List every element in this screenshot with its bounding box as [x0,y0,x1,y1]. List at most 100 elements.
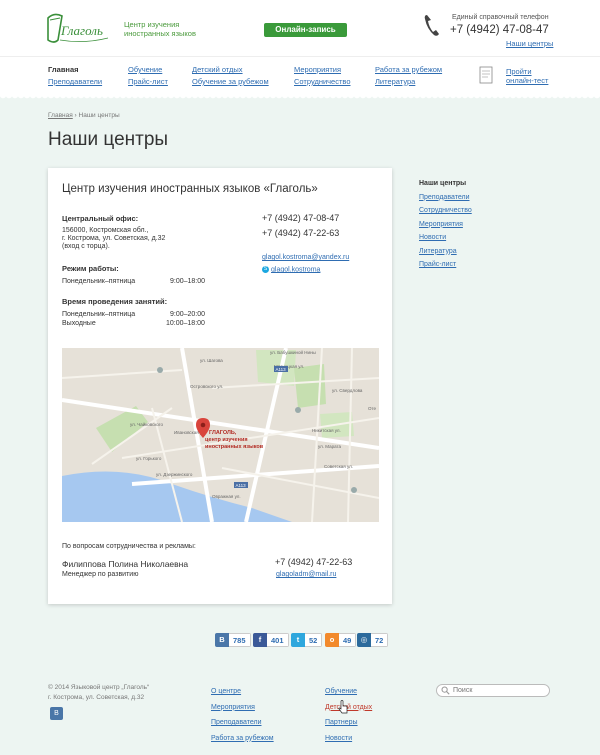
nav-col-2: Обучение Прайс-лист [128,64,168,88]
map-poi-icon [157,367,163,373]
online-test-link-line1: Пройти [506,67,532,76]
social-instagram-button[interactable]: ◎ 72 [357,633,389,647]
map-side-label: Оте [368,406,377,411]
logo-text: Глаголь [60,23,103,38]
page-title: Наши центры [48,129,169,150]
nav-col-1: Главная Преподаватели [48,64,102,88]
street-label: Никитская ул. [312,428,341,433]
footer-vk-icon[interactable]: В [50,707,63,720]
online-signup-button[interactable]: Онлайн-запись [264,23,347,37]
social-count: 785 [229,633,251,647]
contact-role: Менеджер по развитию [62,571,139,578]
odnoklassniki-icon: о [325,633,339,647]
street-label: Островского ул. [190,384,223,389]
contact-phone: +7 (4942) 47-22-63 [275,557,353,567]
street-label: Советская ул. [324,464,353,469]
nav-item-work-abroad[interactable]: Работа за рубежом [375,65,442,74]
street-label: ул. Бабушкиной Нины [270,349,316,355]
social-facebook-button[interactable]: f 401 [253,633,289,647]
social-count: 52 [305,633,323,647]
sidebar-item-literature[interactable]: Литература [419,248,457,255]
test-document-icon [479,66,493,84]
online-test-link[interactable]: Пройти онлайн-тест [506,67,548,85]
sidebar-item-events[interactable]: Мероприятия [419,221,463,228]
breadcrumb-home[interactable]: Главная [48,112,73,119]
nav-item-pricelist[interactable]: Прайс-лист [128,77,168,86]
office-phone: +7 (4942) 47-08-47 [262,213,340,223]
sidebar-item-pricelist[interactable]: Прайс-лист [419,261,456,268]
address-line: (вход с торца). [62,243,110,250]
nav-item-literature[interactable]: Литература [375,77,415,86]
footer-link-about[interactable]: О центре [211,688,241,695]
social-count: 49 [339,633,357,647]
office-label: Центральный офис: [62,214,139,223]
office-phone: +7 (4942) 47-22-63 [262,228,340,238]
map-marker-label: иностранных языков [205,444,264,450]
logo-icon[interactable]: Глаголь [44,10,110,46]
vk-icon: В [215,633,229,647]
search-icon [441,686,450,695]
street-label: ул. Горького [136,456,162,461]
nav-item-study-abroad[interactable]: Обучение за рубежом [192,77,269,86]
social-odnoklassniki-button[interactable]: о 49 [325,633,357,647]
header-phone: +7 (4942) 47-08-47 [450,24,549,36]
copyright-line: © 2014 Языковой центр „Глаголь“ [48,684,150,691]
cooperation-label: По вопросам сотрудничества и рекламы: [62,543,196,550]
card-title: Центр изучения иностранных языков «Глаго… [62,183,318,195]
work-hours-days: Понедельник–пятница [62,278,136,285]
location-map[interactable]: ул. Шагова ул. Бабушкиной Нины Мясницкая… [62,348,379,522]
footer-link-teachers[interactable]: Преподаватели [211,719,262,726]
nav-col-3: Детский отдых Обучение за рубежом [192,64,269,88]
office-address: 156000, Костромская обл., г. Кострома, у… [62,227,165,251]
classes-days: Выходные [62,320,96,327]
nav-item-teachers[interactable]: Преподаватели [48,77,102,86]
copyright-line: г. Кострома, ул. Советская, д.32 [48,694,145,701]
header-scallop-edge [0,95,600,100]
footer-link-news[interactable]: Новости [325,735,352,742]
nav-item-home[interactable]: Главная [48,65,79,74]
center-info-card: Центр изучения иностранных языков «Глаго… [48,168,392,604]
road-badge-label: A113 [236,483,247,488]
contact-email-link[interactable]: glagoladm@mail.ru [276,571,336,578]
work-hours-time: 9:00–18:00 [170,278,206,285]
footer-link-education[interactable]: Обучение [325,688,357,695]
instagram-icon: ◎ [357,633,371,647]
classes-days: Понедельник–пятница [62,311,136,318]
nav-item-events[interactable]: Мероприятия [294,65,341,74]
nav-col-4: Мероприятия Сотрудничество [294,64,351,88]
street-label: ул. Дзержинского [156,472,193,477]
search-input[interactable] [436,684,550,697]
phone-label: Единый справочный телефон [452,14,549,21]
twitter-icon: t [291,633,305,647]
footer-copyright: © 2014 Языковой центр „Глаголь“ г. Костр… [48,683,149,703]
nav-item-education[interactable]: Обучение [128,65,162,74]
office-email-link[interactable]: glagol.kostroma@yandex.ru [262,254,349,261]
tagline: Центр изучения иностранных языков [124,20,196,38]
centers-link[interactable]: Наши центры [506,39,553,48]
site-header: Глаголь Центр изучения иностранных языко… [0,0,600,95]
classes-time: 10:00–18:00 [166,320,205,327]
map-poi-icon [351,487,357,493]
street-label: ул. Свердлова [332,388,363,393]
classes-time: 9:00–20:00 [170,311,206,318]
sidebar-item-teachers[interactable]: Преподаватели [419,194,470,201]
street-label: ул. Марата [318,444,341,449]
footer-link-events[interactable]: Мероприятия [211,704,255,711]
nav-item-cooperation[interactable]: Сотрудничество [294,77,351,86]
facebook-icon: f [253,633,267,647]
address-line: г. Кострома, ул. Советская, д.32 [62,235,166,242]
footer-link-kids-camp[interactable]: Детский отдых [325,704,372,711]
social-vk-button[interactable]: В 785 [215,633,251,647]
social-count: 401 [267,633,289,647]
nav-divider [0,56,600,57]
social-twitter-button[interactable]: t 52 [291,633,323,647]
nav-item-kids-camp[interactable]: Детский отдых [192,65,243,74]
map-marker-label: центр изучения [205,437,248,443]
skype-link[interactable]: glagol.kostroma [271,266,320,273]
sidebar-item-news[interactable]: Новости [419,234,446,241]
footer-link-partners[interactable]: Партнеры [325,719,358,726]
footer-link-work-abroad[interactable]: Работа за рубежом [211,735,274,742]
address-line: 156000, Костромская обл., [62,227,149,234]
work-hours-label: Режим работы: [62,264,119,273]
sidebar-item-cooperation[interactable]: Сотрудничество [419,207,472,214]
